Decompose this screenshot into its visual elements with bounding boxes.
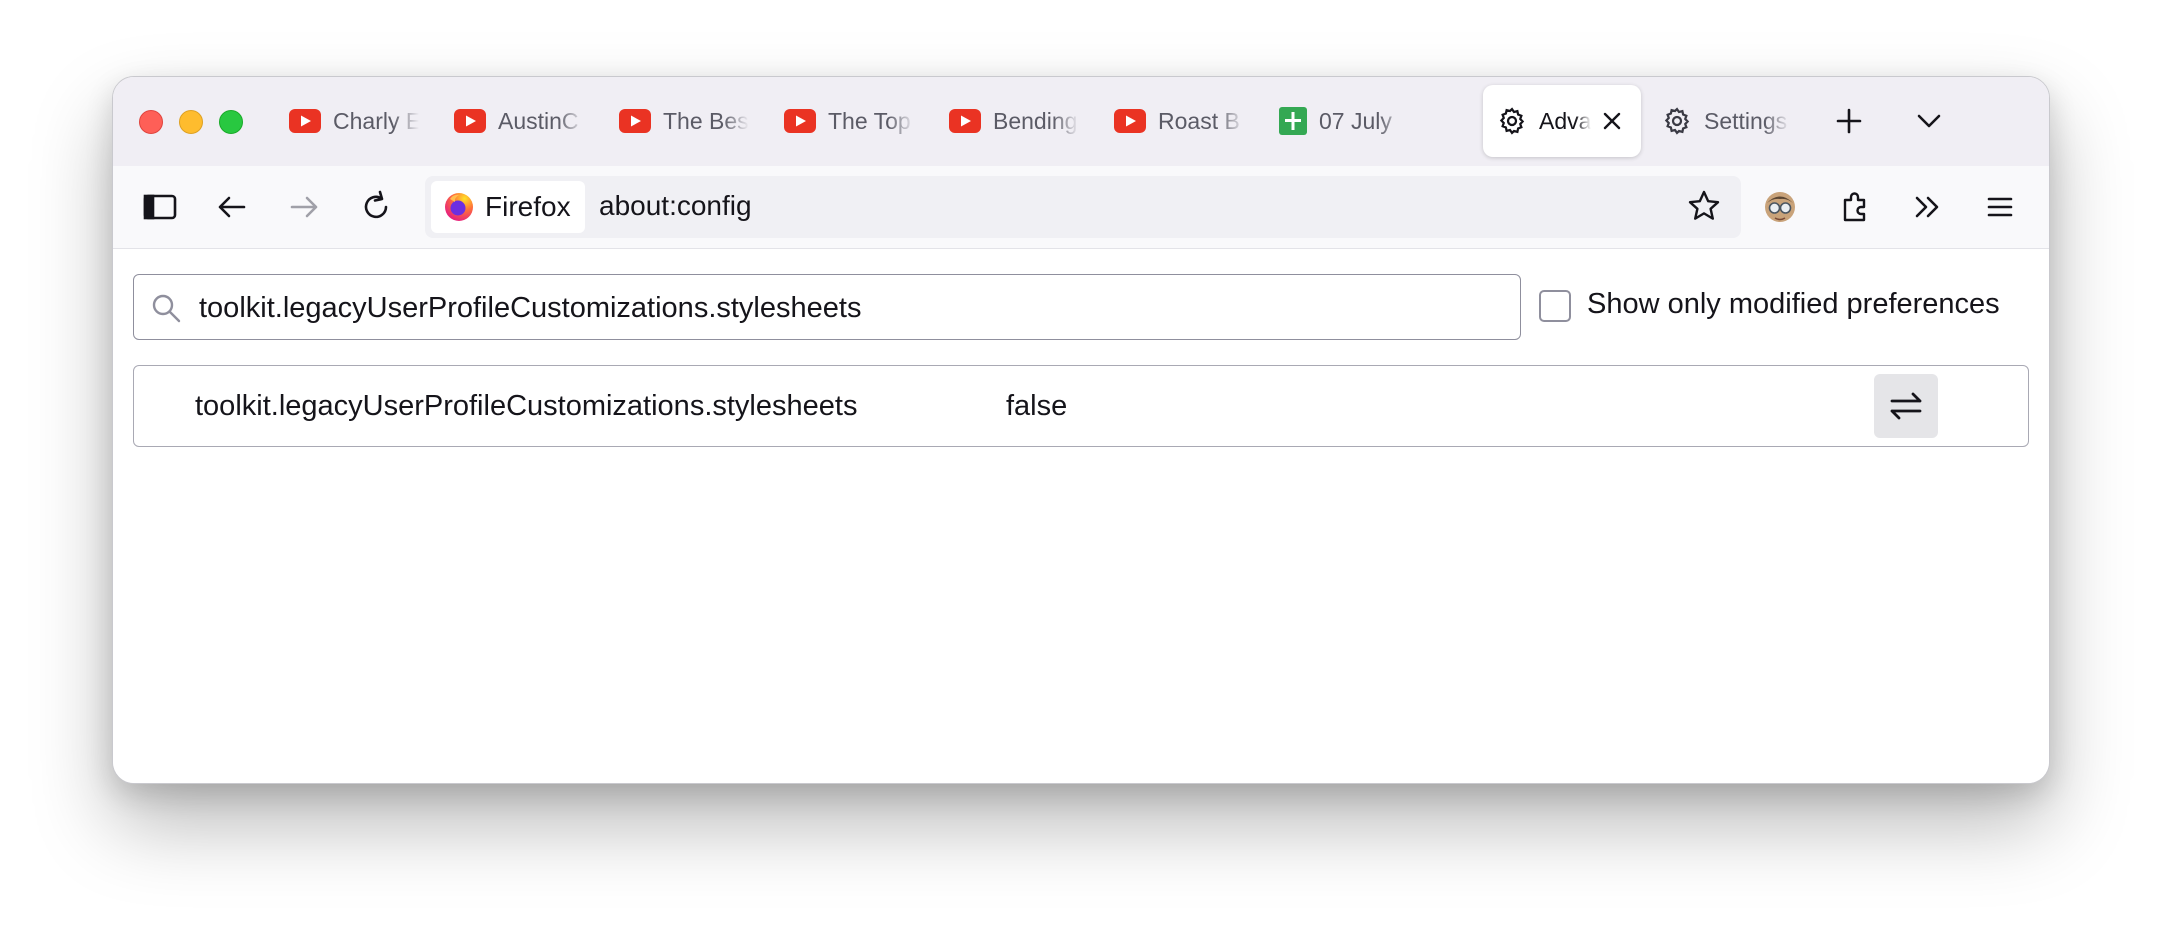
back-arrow-icon[interactable] (213, 188, 251, 226)
preference-value: false (1006, 390, 1068, 422)
tab-the-top[interactable]: The Top (770, 85, 926, 157)
account-avatar-icon[interactable] (1761, 188, 1799, 226)
close-window-button[interactable] (139, 110, 163, 134)
youtube-icon (1114, 109, 1146, 133)
preference-name: toolkit.legacyUserProfileCustomizations.… (195, 390, 858, 422)
url-bar[interactable]: Firefox about:config (425, 176, 1741, 238)
about-config-page: toolkit.legacyUserProfileCustomizations.… (113, 249, 2049, 783)
firefox-logo-icon (445, 193, 473, 221)
tab-bending[interactable]: Bending (935, 85, 1091, 157)
search-value: toolkit.legacyUserProfileCustomizations.… (199, 292, 862, 324)
tab-title: Adva (1539, 107, 1591, 134)
tab-title: The Bes (663, 107, 749, 134)
close-tab-icon[interactable] (1601, 110, 1623, 132)
tab-bar: Charly E AustinC The Bes The Top Bending… (113, 77, 2049, 166)
identity-box[interactable]: Firefox (431, 181, 585, 233)
youtube-icon (784, 109, 816, 133)
url-text[interactable]: about:config (599, 190, 752, 222)
forward-arrow-icon[interactable] (285, 188, 323, 226)
show-modified-checkbox[interactable] (1539, 290, 1571, 322)
identity-label: Firefox (485, 191, 571, 222)
toggle-arrows-icon (1890, 392, 1922, 420)
tab-charly[interactable]: Charly E (275, 85, 431, 157)
toggle-button[interactable] (1874, 374, 1938, 438)
zoom-window-button[interactable] (219, 110, 243, 134)
minimize-window-button[interactable] (179, 110, 203, 134)
sidebar-toggle-icon[interactable] (141, 188, 179, 226)
tab-settings[interactable]: Settings (1648, 85, 1804, 157)
tab-roast[interactable]: Roast B (1100, 85, 1256, 157)
tab-title: Bending (993, 107, 1078, 134)
show-modified-label[interactable]: Show only modified preferences (1587, 288, 2000, 321)
overflow-chevrons-icon[interactable] (1909, 188, 1947, 226)
new-tab-plus-icon[interactable] (1831, 103, 1867, 139)
youtube-icon (949, 109, 981, 133)
reload-icon[interactable] (357, 188, 395, 226)
gear-icon (1664, 107, 1690, 135)
preference-search-input[interactable]: toolkit.legacyUserProfileCustomizations.… (133, 274, 1521, 340)
tab-title: The Top (828, 107, 911, 134)
browser-window: Charly E AustinC The Bes The Top Bending… (112, 76, 2050, 784)
extensions-puzzle-icon[interactable] (1837, 188, 1875, 226)
hamburger-menu-icon[interactable] (1981, 188, 2019, 226)
preference-row: toolkit.legacyUserProfileCustomizations.… (133, 365, 2029, 447)
youtube-icon (289, 109, 321, 133)
google-sheets-icon (1279, 107, 1307, 135)
tab-title: Roast B (1158, 107, 1240, 134)
tab-advanced-preferences[interactable]: Adva (1483, 85, 1641, 157)
search-icon (152, 294, 181, 323)
youtube-icon (619, 109, 651, 133)
gear-icon (1499, 107, 1525, 135)
tab-the-bes[interactable]: The Bes (605, 85, 761, 157)
list-all-tabs-chevron-down-icon[interactable] (1911, 103, 1947, 139)
tab-austinc[interactable]: AustinC (440, 85, 596, 157)
tab-title: AustinC (498, 107, 579, 134)
youtube-icon (454, 109, 486, 133)
tab-title: 07 July (1319, 107, 1392, 134)
tab-title: Charly E (333, 107, 419, 134)
tab-07-july[interactable]: 07 July (1265, 85, 1421, 157)
tab-title: Settings (1704, 107, 1788, 134)
bookmark-star-icon[interactable] (1685, 188, 1723, 226)
navigation-toolbar: Firefox about:config (113, 166, 2049, 249)
